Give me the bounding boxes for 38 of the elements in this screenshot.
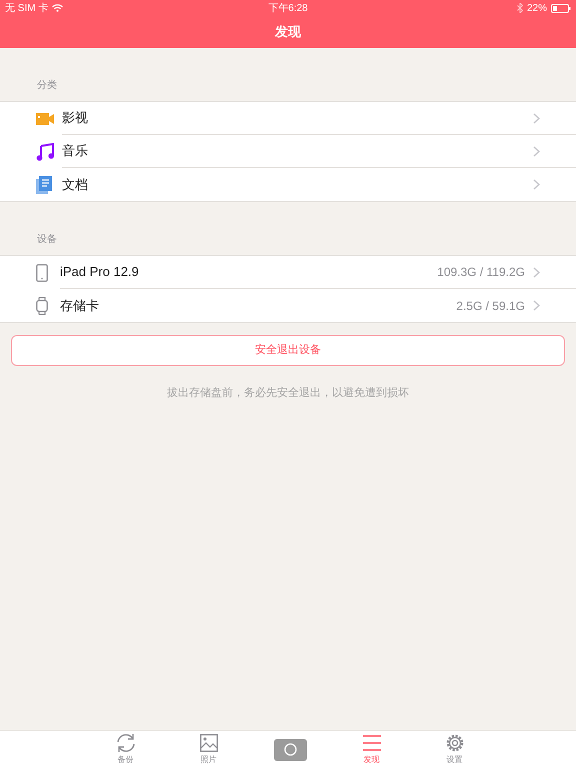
video-camera-icon: [36, 112, 54, 124]
chevron-icon: [533, 179, 540, 190]
list-row[interactable]: 文档: [0, 168, 576, 201]
music-note-icon: [36, 142, 54, 160]
battery-percent: 22%: [526, 2, 547, 16]
chevron-icon: [533, 112, 540, 124]
eject-hint: 拔出存储盘前，务必先安全退出，以避免遭到损坏: [167, 387, 409, 399]
storage-usage: 2.5G / 59.1G: [456, 298, 525, 314]
storage-usage: 109.3G / 119.2G: [437, 264, 525, 281]
section-header: 设备: [37, 234, 57, 245]
chevron-icon: [533, 146, 540, 156]
menu-icon: [362, 735, 380, 751]
nav-title: 发现: [275, 23, 301, 42]
row-label: 音乐: [62, 142, 89, 160]
chevron-icon: [533, 266, 540, 278]
row-label: 影视: [62, 109, 89, 128]
list-row[interactable]: iPad Pro 12.9 109.3G / 119.2G: [0, 256, 576, 289]
carrier-text: 无 SIM 卡: [5, 2, 48, 16]
shutter-icon: [284, 743, 296, 756]
list-row[interactable]: 音乐: [0, 135, 576, 168]
clock-text: 下午6:28: [268, 2, 308, 16]
chevron-icon: [533, 300, 540, 311]
watch-icon: [36, 296, 48, 314]
wifi-icon: [52, 4, 64, 12]
tablet-icon: [36, 264, 48, 282]
document-icon: [36, 176, 52, 194]
section-header: 分类: [37, 80, 57, 91]
bluetooth-icon: [516, 3, 523, 13]
list-row[interactable]: 存储卡 2.5G / 59.1G: [0, 289, 576, 322]
sync-icon: [114, 733, 136, 753]
camera-button[interactable]: [274, 738, 306, 760]
row-label: iPad Pro 12.9: [60, 263, 140, 282]
row-label: 存储卡: [60, 296, 100, 315]
image-icon: [200, 734, 218, 752]
list-row[interactable]: 影视: [0, 102, 576, 135]
battery-icon: [551, 4, 571, 12]
row-label: 文档: [62, 176, 89, 194]
settings-icon: [444, 733, 464, 753]
